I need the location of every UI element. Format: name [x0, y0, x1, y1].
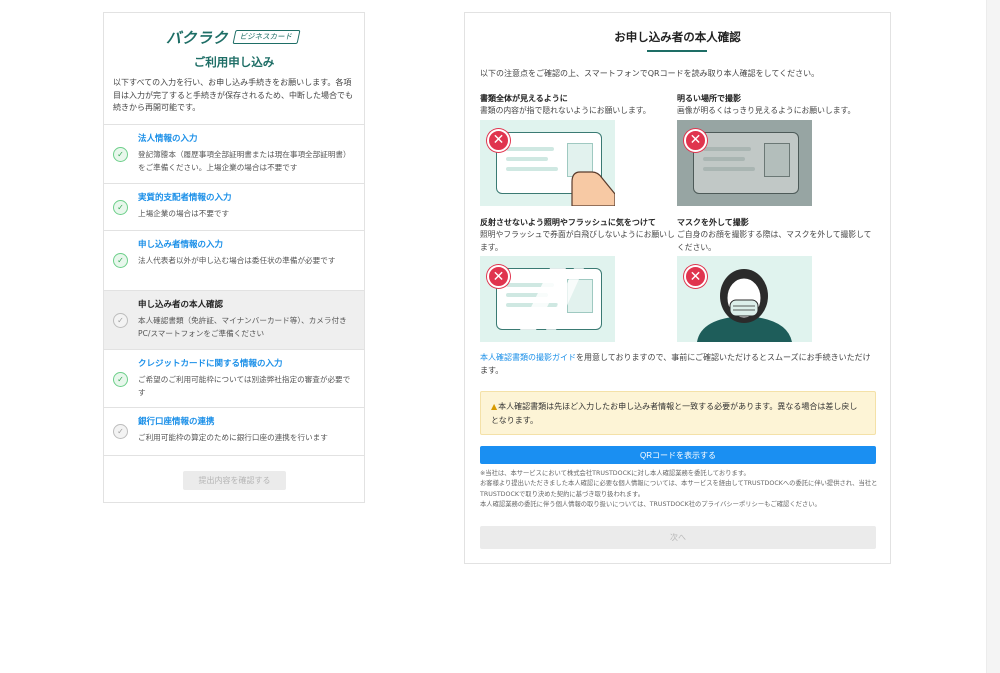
step-applicant-info[interactable]: ✓ 申し込み者情報の入力 法人代表者以外が申し込む場合は委任状の準備が必要です: [104, 231, 364, 291]
application-steps-panel: バクラク ビジネスカード ご利用申し込み 以下すべての入力を行い、お申し込み手続…: [103, 12, 365, 503]
step-description: 法人代表者以外が申し込む場合は委任状の準備が必要です: [138, 256, 336, 265]
notice-line: お客様より提出いただきました本人確認に必要な個人情報については、本サービスを経由…: [480, 480, 878, 498]
warning-triangle-icon: ▲: [491, 402, 498, 411]
check-circle-icon: ✓: [113, 200, 128, 215]
tip-whole-document: 書類全体が見えるように 書類の内容が指で隠れないようにお願いします。 ✕: [480, 93, 680, 206]
check-circle-icon: ✓: [113, 424, 128, 439]
tip-title: 反射させないよう照明やフラッシュに気をつけて: [480, 218, 656, 227]
step-bank-account-link[interactable]: ✓ 銀行口座情報の連携 ご利用可能枠の算定のために銀行口座の連携を行います: [104, 408, 364, 456]
check-circle-icon: ✓: [113, 372, 128, 387]
step-title: 銀行口座情報の連携: [138, 417, 215, 427]
step-credit-card-info[interactable]: ✓ クレジットカードに関する情報の入力 ご希望のご利用可能枠については別途弊社指…: [104, 350, 364, 408]
warning-text: 本人確認書類は先ほど入力したお申し込み者情報と一致する必要があります。異なる場合…: [491, 402, 858, 425]
step-description: 登記簿謄本（履歴事項全部証明書または現在事項全部証明書）をご準備ください。上場企…: [138, 150, 351, 172]
step-identity-verification[interactable]: ✓ 申し込み者の本人確認 本人確認書類（免許証、マイナンバーカード等）、カメラ付…: [104, 291, 364, 350]
logo-sub-text: ビジネスカード: [232, 30, 301, 44]
next-button[interactable]: 次へ: [480, 526, 876, 549]
step-title: クレジットカードに関する情報の入力: [138, 359, 283, 369]
notice-line: ※当社は、本サービスにおいて株式会社TRUSTDOCKに対し本人確認業務を委託し…: [480, 470, 750, 477]
step-title: 法人情報の入力: [138, 134, 198, 144]
error-x-icon: ✕: [487, 265, 510, 288]
step-list: ✓ 法人情報の入力 登記簿謄本（履歴事項全部証明書または現在事項全部証明書）をご…: [104, 124, 364, 456]
id-card-finger-illustration: ✕: [480, 119, 615, 206]
step-title: 申し込み者の本人確認: [138, 300, 224, 310]
tip-remove-mask: マスクを外して撮影 ご自身のお顔を撮影する際は、マスクを外して撮影してください。…: [677, 217, 877, 342]
logo-main-text: バクラク: [166, 28, 229, 47]
bakuraku-logo: バクラク ビジネスカード: [166, 28, 301, 47]
step-beneficial-owner[interactable]: ✓ 実質的支配者情報の入力 上場企業の場合は不要です: [104, 184, 364, 231]
instructions-text: 以下の注意点をご確認の上、スマートフォンでQRコードを読み取り本人確認をしてくだ…: [480, 69, 820, 78]
photo-guide-link[interactable]: 本人確認書類の撮影ガイド: [480, 353, 576, 362]
check-circle-icon: ✓: [113, 147, 128, 162]
glare-card-illustration: ✕: [480, 256, 615, 342]
error-x-icon: ✕: [684, 128, 707, 152]
step-title: 実質的支配者情報の入力: [138, 193, 232, 203]
step-corporate-info[interactable]: ✓ 法人情報の入力 登記簿謄本（履歴事項全部証明書または現在事項全部証明書）をご…: [104, 125, 364, 184]
dark-photo-illustration: ✕: [677, 119, 812, 206]
step-description: ご希望のご利用可能枠については別途弊社指定の審査が必要です: [138, 375, 351, 397]
tip-description: ご自身のお顔を撮影する際は、マスクを外して撮影してください。: [677, 230, 872, 252]
step-title: 申し込み者情報の入力: [138, 240, 224, 250]
title-underline: [647, 50, 707, 52]
step-description: ご利用可能枠の算定のために銀行口座の連携を行います: [138, 433, 328, 442]
tip-description: 画像が明るくはっきり見えるようにお願いします。: [677, 106, 856, 115]
privacy-notice: ※当社は、本サービスにおいて株式会社TRUSTDOCKに対し本人確認業務を委託し…: [480, 469, 880, 511]
show-qr-code-button[interactable]: QRコードを表示する: [480, 446, 876, 464]
tip-avoid-glare: 反射させないよう照明やフラッシュに気をつけて 照明やフラッシュで券面が白飛びしな…: [480, 217, 680, 342]
step-description: 本人確認書類（免許証、マイナンバーカード等）、カメラ付きPC/スマートフォンをご…: [138, 316, 347, 338]
tip-title: 明るい場所で撮影: [677, 94, 741, 103]
error-x-icon: ✕: [684, 265, 707, 288]
error-x-icon: ✕: [487, 128, 510, 152]
check-circle-icon: ✓: [113, 253, 128, 268]
intro-text: 以下すべての入力を行い、お申し込み手続きをお願いします。各項目は入力が完了すると…: [113, 78, 353, 112]
identity-verification-panel: お申し込み者の本人確認 以下の注意点をご確認の上、スマートフォンでQRコードを読…: [464, 12, 891, 564]
notice-line: 本人確認業務の委託に伴う個人情報の取り扱いについては、TRUSTDOCK社のプラ…: [480, 501, 821, 509]
tip-description: 書類の内容が指で隠れないようにお願いします。: [480, 106, 651, 115]
warning-box: ▲本人確認書類は先ほど入力したお申し込み者情報と一致する必要があります。異なる場…: [480, 391, 876, 435]
page-title: ご利用申し込み: [193, 55, 275, 69]
step-description: 上場企業の場合は不要です: [138, 209, 230, 218]
masked-person-illustration: ✕: [677, 256, 812, 342]
window-scrollbar[interactable]: [986, 0, 1000, 673]
check-circle-icon: ✓: [113, 313, 128, 328]
tip-description: 照明やフラッシュで券面が白飛びしないようにお願いします。: [480, 230, 675, 252]
tip-title: マスクを外して撮影: [677, 218, 749, 227]
section-title: お申し込み者の本人確認: [614, 30, 741, 44]
tip-title: 書類全体が見えるように: [480, 94, 568, 103]
guide-text: 本人確認書類の撮影ガイドを用意しておりますので、事前にご確認いただけるとスムーズ…: [480, 351, 878, 377]
review-submission-button[interactable]: 提出内容を確認する: [183, 471, 286, 490]
tip-bright-place: 明るい場所で撮影 画像が明るくはっきり見えるようにお願いします。 ✕: [677, 93, 877, 206]
